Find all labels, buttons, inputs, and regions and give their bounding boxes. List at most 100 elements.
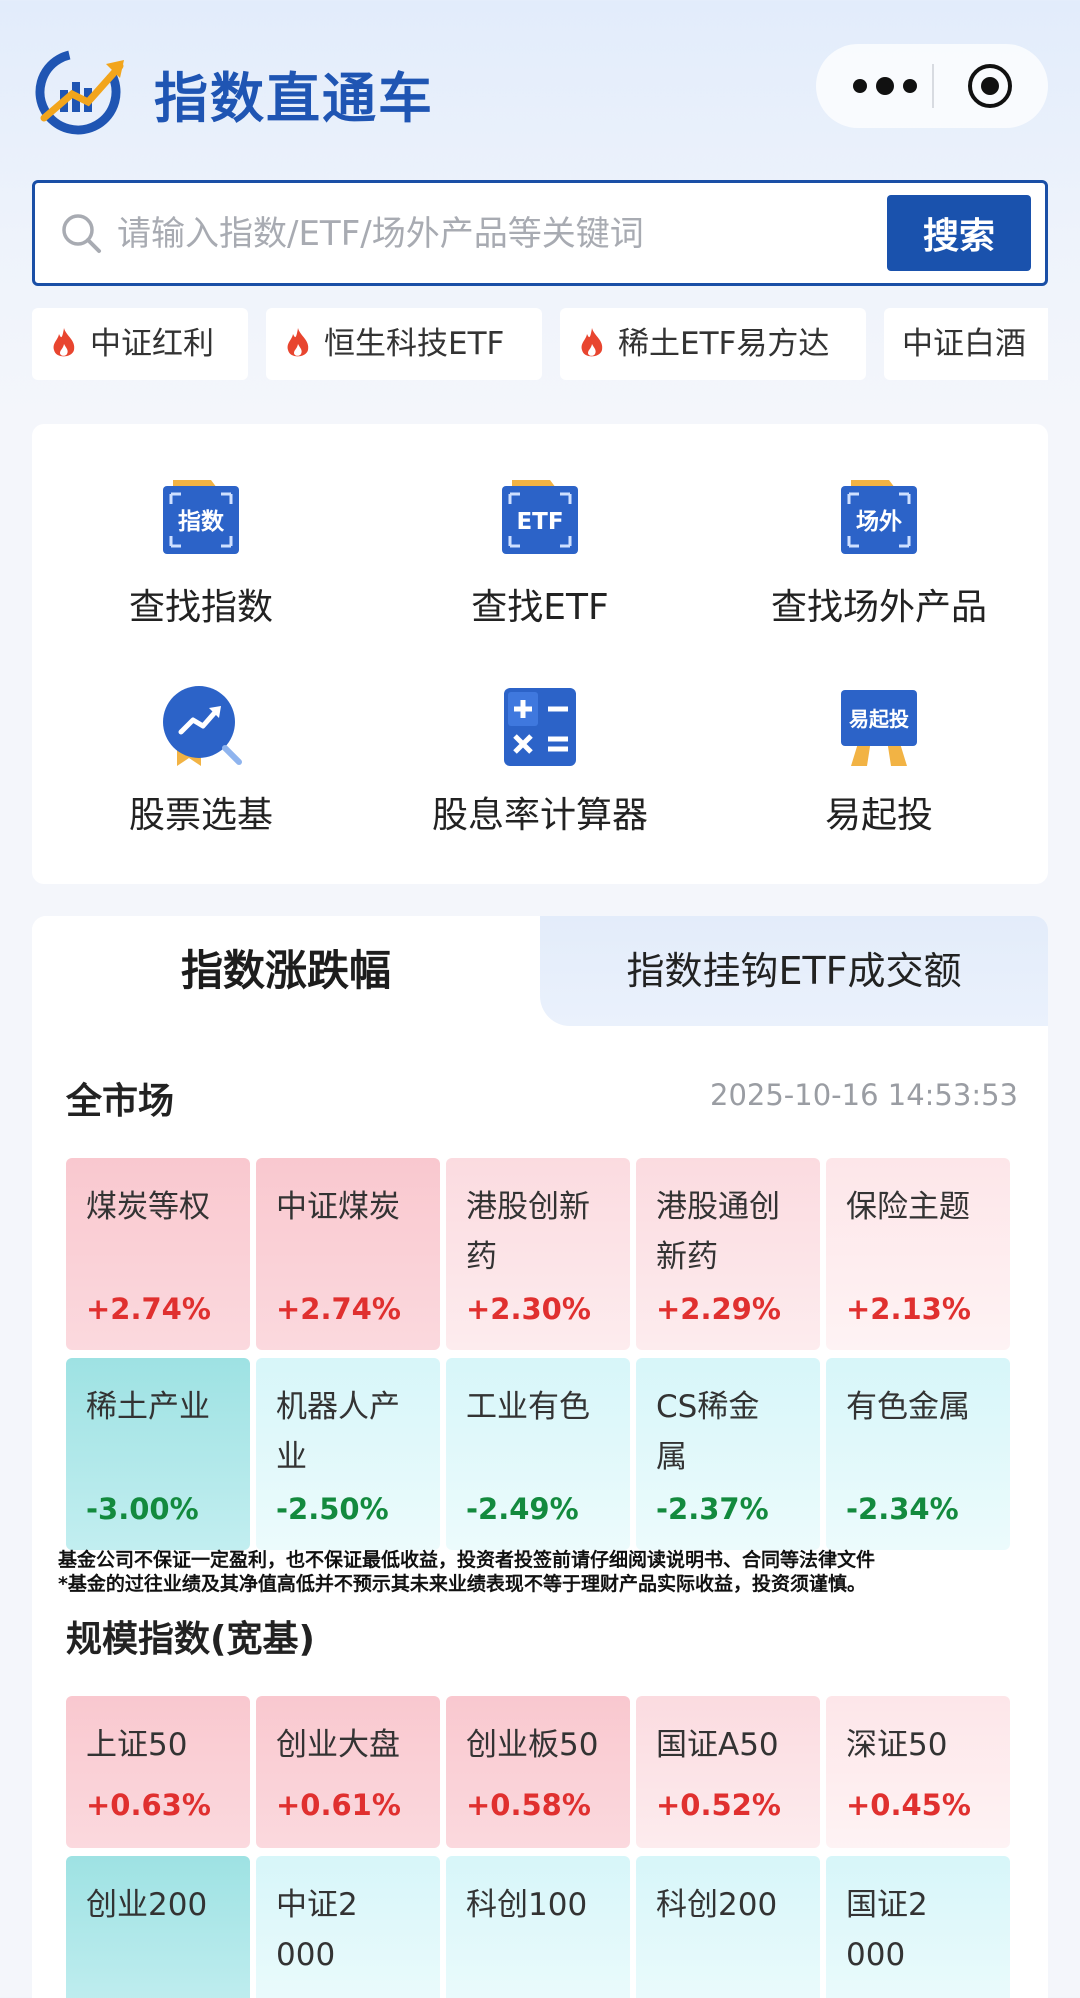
index-name: 中证2000 bbox=[276, 1887, 358, 1973]
index-cell[interactable]: 创业大盘 +0.61% bbox=[256, 1696, 440, 1848]
index-name: 国证2000 bbox=[846, 1887, 928, 1973]
hot-tags-row: 中证红利 恒生科技ETF 稀土ETF易方达 中证白酒 bbox=[32, 308, 1048, 380]
tool-find-etf[interactable]: ETF 查找ETF bbox=[371, 476, 709, 630]
tools-card: 指数 查找指数 ETF 查找ETF 场外 查找场外产品 股票选基 股息率计算器 … bbox=[32, 424, 1048, 884]
index-name: CS稀金属 bbox=[656, 1389, 760, 1475]
disclaimer-line: 基金公司不保证一定盈利，也不保证最低收益，投资者投签前请仔细阅读说明书、合同等法… bbox=[58, 1549, 876, 1571]
stock-pick-icon bbox=[159, 684, 243, 768]
index-cell[interactable]: 科创100 bbox=[446, 1856, 630, 1998]
index-cell[interactable]: 煤炭等权 +2.74% bbox=[66, 1158, 250, 1350]
hot-tag-label: 中证白酒 bbox=[902, 326, 1026, 362]
hot-tag[interactable]: 稀土ETF易方达 bbox=[560, 308, 866, 380]
index-change: +0.45% bbox=[846, 1788, 971, 1822]
more-dots-icon[interactable] bbox=[850, 70, 920, 102]
index-name: 深证50 bbox=[846, 1727, 948, 1763]
easy-invest-icon: 易起投 bbox=[837, 684, 921, 768]
hot-tag-label: 恒生科技ETF bbox=[324, 326, 505, 362]
index-change: -3.00% bbox=[86, 1492, 199, 1526]
index-name: 创业大盘 bbox=[276, 1727, 400, 1763]
index-cell[interactable]: 中证2000 bbox=[256, 1856, 440, 1998]
index-cell[interactable]: CS稀金属 -2.37% bbox=[636, 1358, 820, 1550]
tool-label: 查找场外产品 bbox=[770, 587, 987, 628]
index-change: +0.63% bbox=[86, 1788, 211, 1822]
svg-text:场外: 场外 bbox=[856, 508, 902, 535]
disclaimer-line: *基金的过往业绩及其净值高低并不预示其未来业绩表现不等于理财产品实际收益，投资须… bbox=[58, 1573, 866, 1595]
fire-icon bbox=[53, 328, 75, 357]
index-cell[interactable]: 创业200 bbox=[66, 1856, 250, 1998]
index-change: +2.74% bbox=[276, 1292, 401, 1326]
tool-find-index[interactable]: 指数 查找指数 bbox=[32, 476, 370, 630]
index-cell[interactable]: 工业有色 -2.49% bbox=[446, 1358, 630, 1550]
index-cell[interactable]: 稀土产业 -3.00% bbox=[66, 1358, 250, 1550]
index-cell[interactable]: 有色金属 -2.34% bbox=[826, 1358, 1010, 1550]
index-name: 有色金属 bbox=[846, 1389, 970, 1425]
index-name: 保险主题 bbox=[846, 1189, 970, 1225]
index-name: 港股创新药 bbox=[466, 1189, 590, 1275]
index-cell[interactable]: 机器人产业 -2.50% bbox=[256, 1358, 440, 1550]
index-name: 工业有色 bbox=[466, 1389, 590, 1425]
index-name: 港股通创新药 bbox=[656, 1189, 780, 1275]
index-name: 上证50 bbox=[86, 1727, 188, 1763]
hot-tag[interactable]: 中证白酒 bbox=[884, 308, 1048, 380]
section-title-broad-index: 规模指数(宽基) bbox=[66, 1619, 315, 1660]
index-cell[interactable]: 国证A50 +0.52% bbox=[636, 1696, 820, 1848]
index-cell[interactable]: 深证50 +0.45% bbox=[826, 1696, 1010, 1848]
index-name: 创业200 bbox=[86, 1887, 208, 1923]
fire-icon bbox=[581, 328, 603, 357]
risk-disclaimer: 基金公司不保证一定盈利，也不保证最低收益，投资者投签前请仔细阅读说明书、合同等法… bbox=[58, 1548, 1038, 1596]
tool-stock-pick-fund[interactable]: 股票选基 bbox=[32, 684, 370, 838]
hot-tag[interactable]: 恒生科技ETF bbox=[266, 308, 542, 380]
tool-find-otc[interactable]: 场外 查找场外产品 bbox=[710, 476, 1048, 630]
index-change: +2.29% bbox=[656, 1292, 781, 1326]
tool-label: 股票选基 bbox=[128, 795, 273, 836]
index-cell[interactable]: 港股创新药 +2.30% bbox=[446, 1158, 630, 1350]
index-cell[interactable]: 创业板50 +0.58% bbox=[446, 1696, 630, 1848]
index-cell[interactable]: 中证煤炭 +2.74% bbox=[256, 1158, 440, 1350]
hot-tag[interactable]: 中证红利 bbox=[32, 308, 248, 380]
index-icon: 指数 bbox=[159, 476, 243, 560]
broad-index-grid: 上证50 +0.63% 创业大盘 +0.61% 创业板50 +0.58% 国证A… bbox=[66, 1696, 1014, 1998]
all-market-grid: 煤炭等权 +2.74% 中证煤炭 +2.74% 港股创新药 +2.30% 港股通… bbox=[66, 1158, 1014, 1558]
target-close-icon[interactable] bbox=[966, 62, 1014, 110]
index-cell[interactable]: 科创200 bbox=[636, 1856, 820, 1998]
index-name: 煤炭等权 bbox=[86, 1189, 210, 1225]
update-timestamp: 2025-10-16 14:53:53 bbox=[710, 1078, 1018, 1112]
mini-program-capsule bbox=[816, 44, 1048, 128]
search-input[interactable] bbox=[117, 207, 697, 261]
index-cell[interactable]: 保险主题 +2.13% bbox=[826, 1158, 1010, 1350]
search-icon bbox=[62, 214, 101, 253]
index-name: 科创200 bbox=[656, 1887, 778, 1923]
svg-text:指数: 指数 bbox=[178, 509, 225, 535]
app-title: 指数直通车 bbox=[154, 67, 434, 130]
fire-icon bbox=[287, 328, 309, 357]
index-name: 创业板50 bbox=[466, 1727, 599, 1763]
tool-label: 查找指数 bbox=[128, 587, 273, 628]
tool-easy-invest[interactable]: 易起投 易起投 bbox=[710, 684, 1048, 838]
etf-icon: ETF bbox=[498, 476, 582, 560]
calculator-icon bbox=[498, 684, 582, 768]
index-name: 国证A50 bbox=[656, 1727, 779, 1763]
otc-icon: 场外 bbox=[837, 476, 921, 560]
index-cell[interactable]: 上证50 +0.63% bbox=[66, 1696, 250, 1848]
market-card: 指数挂钩ETF成交额 指数涨跌幅 全市场 2025-10-16 14:53:53… bbox=[32, 916, 1048, 1998]
index-change: -2.34% bbox=[846, 1492, 959, 1526]
index-name: 机器人产业 bbox=[276, 1389, 400, 1475]
tool-label: 查找ETF bbox=[471, 587, 609, 628]
index-change: -2.50% bbox=[276, 1492, 389, 1526]
tab-etf-turnover[interactable]: 指数挂钩ETF成交额 bbox=[540, 916, 1048, 1026]
index-cell[interactable]: 国证2000 bbox=[826, 1856, 1010, 1998]
svg-text:ETF: ETF bbox=[516, 509, 563, 535]
tool-dividend-calculator[interactable]: 股息率计算器 bbox=[371, 684, 709, 838]
tool-label: 股息率计算器 bbox=[431, 795, 648, 836]
capsule-divider bbox=[932, 64, 934, 108]
hot-tag-label: 中证红利 bbox=[90, 326, 214, 362]
hot-tag-label: 稀土ETF易方达 bbox=[618, 326, 830, 362]
index-name: 中证煤炭 bbox=[276, 1189, 400, 1225]
index-cell[interactable]: 港股通创新药 +2.29% bbox=[636, 1158, 820, 1350]
search-button[interactable]: 搜索 bbox=[887, 195, 1031, 271]
index-change: +2.74% bbox=[86, 1292, 211, 1326]
tab-index-change[interactable]: 指数涨跌幅 bbox=[32, 916, 540, 1026]
index-change: +0.58% bbox=[466, 1788, 591, 1822]
index-change: +2.13% bbox=[846, 1292, 971, 1326]
index-change: +0.61% bbox=[276, 1788, 401, 1822]
